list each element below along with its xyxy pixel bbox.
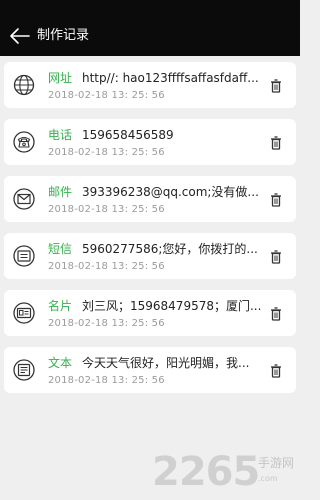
globe-icon [13,74,35,96]
record-content: http//: hao123ffffsaffasfdaff... [82,71,259,85]
record-time: 2018-02-18 13: 25: 56 [48,261,165,272]
envelope-icon [13,188,35,210]
delete-icon[interactable] [270,307,282,321]
top-bar: 制作记录 [0,0,300,56]
record-item[interactable]: 网址 http//: hao123ffffsaffasfdaff... 2018… [4,62,296,108]
site-watermark: 2265 手游网 .com [152,448,300,500]
record-type: 邮件 [48,185,73,199]
record-item[interactable]: 短信 5960277586;您好，你拨打的... 2018-02-18 13: … [4,233,296,279]
delete-icon[interactable] [270,136,282,150]
record-content: 刘三风；15968479578；厦门... [82,299,262,313]
sms-icon [13,245,35,267]
record-time: 2018-02-18 13: 25: 56 [48,90,165,101]
page-title: 制作记录 [37,28,90,43]
record-type: 短信 [48,242,73,256]
record-item[interactable]: 文本 今天天气很好，阳光明媚，我... 2018-02-18 13: 25: 5… [4,347,296,393]
record-type: 电话 [48,128,73,142]
business-card-icon [13,302,35,324]
record-item[interactable]: 电话 159658456589 2018-02-18 13: 25: 56 [4,119,296,165]
record-item[interactable]: 名片 刘三风；15968479578；厦门... 2018-02-18 13: … [4,290,296,336]
record-content: 5960277586;您好，你拨打的... [82,242,258,256]
record-time: 2018-02-18 13: 25: 56 [48,318,165,329]
delete-icon[interactable] [270,193,282,207]
record-content: 今天天气很好，阳光明媚，我... [82,356,250,370]
record-time: 2018-02-18 13: 25: 56 [48,204,165,215]
record-time: 2018-02-18 13: 25: 56 [48,147,165,158]
watermark-brand: 2265 [152,449,260,495]
record-time: 2018-02-18 13: 25: 56 [48,375,165,386]
watermark-site-name: 手游网 [258,456,295,470]
delete-icon[interactable] [270,250,282,264]
record-item[interactable]: 邮件 393396238@qq.com;没有做... 2018-02-18 13… [4,176,296,222]
telephone-icon [13,131,35,153]
back-arrow-icon[interactable] [8,24,32,48]
record-content: 159658456589 [82,128,174,142]
record-type: 文本 [48,356,73,370]
text-icon [13,359,35,381]
delete-icon[interactable] [270,364,282,378]
record-type: 名片 [48,299,73,313]
watermark-url: .com [258,474,278,483]
delete-icon[interactable] [270,79,282,93]
record-content: 393396238@qq.com;没有做... [82,185,259,199]
record-type: 网址 [48,71,73,85]
